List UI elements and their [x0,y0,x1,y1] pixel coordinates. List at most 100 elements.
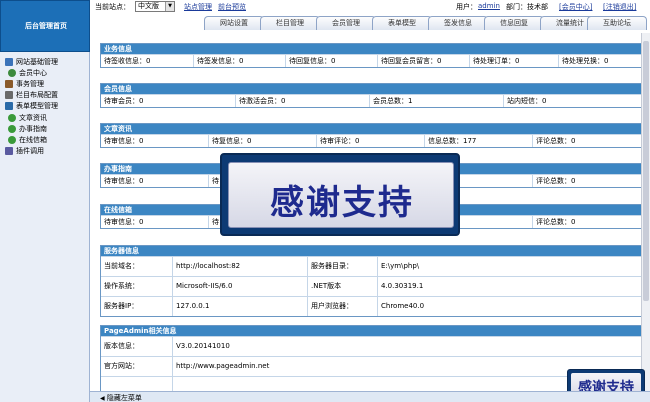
tools-icon [5,91,13,100]
chevron-down-icon: ▼ [165,2,174,11]
table-cell: Microsoft-IIS/6.0 [173,277,308,296]
thanks-popup-text: 感谢支持 [270,183,414,223]
puzzle-icon [5,147,13,156]
pageadmin-info-section: PageAdmin相关信息 版本信息： V3.0.20141010 官方网站： … [100,325,643,397]
site-manage-link[interactable]: 站点管理 [184,2,212,12]
top-bar: 当前站点： 中文版 ▼ 站点管理 前台预览 用户： admin 部门：技术部 [… [90,0,650,14]
preview-link[interactable]: 前台预览 [218,2,246,12]
tab-info-reply[interactable]: 信息回复 [484,16,544,30]
table-cell: 服务器目录： [308,257,378,276]
vertical-scrollbar[interactable] [641,33,650,391]
table-cell: http://localhost:82 [173,257,308,276]
table-row: 待审会员：0 待激活会员：0 会员总数：1 站内短信：0 [101,94,642,107]
sidebar-item-column-layout[interactable]: 栏目布局配置 [5,90,89,101]
tab-form-model[interactable]: 表单模型 [372,16,432,30]
sidebar-menu: 网站基础管理 会员中心 事务管理 栏目布局配置 表单模型管理 文章资讯 办事指南 [5,56,89,157]
table-cell: 待审信息：0 [101,216,209,228]
member-info-section: 会员信息 待审会员：0 待激活会员：0 会员总数：1 站内短信：0 [100,83,643,108]
sidebar-item-label: 网站基础管理 [16,57,58,66]
section-title: 文章资讯 [101,124,642,134]
table-row: 服务器IP： 127.0.0.1 用户浏览器： Chrome40.0 [101,296,642,316]
table-cell: 版本信息： [101,337,173,356]
tab-issue-info[interactable]: 签发信息 [428,16,488,30]
leaf-icon [8,135,16,144]
table-cell: 会员总数：1 [370,95,504,107]
table-cell: 待审会员：0 [101,95,236,107]
table-row: 版本信息： V3.0.20141010 [101,336,642,356]
table-cell: 4.0.30319.1 [381,282,424,290]
sidebar-item-label: 会员中心 [19,68,47,77]
sidebar-item-site-basic[interactable]: 网站基础管理 [5,56,89,67]
leaf-icon [8,124,16,133]
table-cell: .NET版本 [308,277,378,296]
member-center-link[interactable]: [会员中心] [559,2,592,12]
tab-columns[interactable]: 栏目管理 [260,16,320,30]
table-cell: 待回复会员留言：0 [378,55,470,67]
table-cell: 待处理订单：0 [470,55,559,67]
admin-home-logo[interactable]: 后台管理首页 [0,0,90,52]
sidebar-item-label: 在线信箱 [19,135,47,144]
table-icon [5,102,13,111]
sidebar-item-articles[interactable]: 文章资讯 [5,112,89,123]
tab-forum[interactable]: 互助论坛 [587,16,647,30]
table-cell: E:\ym\php\ [381,262,420,270]
section-title: PageAdmin相关信息 [101,326,642,336]
sidebar-item-affairs[interactable]: 事务管理 [5,78,89,89]
table-cell: 评论总数：0 [536,137,576,145]
logout-link[interactable]: [注销退出] [603,2,636,12]
table-cell: 站内短信：0 [507,97,547,105]
sidebar-item-label: 栏目布局配置 [16,91,58,100]
wrench-icon [5,79,13,88]
sidebar-item-plugins[interactable]: 插件调用 [5,146,89,157]
sidebar-item-form-model[interactable]: 表单模型管理 [5,101,89,112]
sidebar-item-mailbox[interactable]: 在线信箱 [5,134,89,145]
table-cell: 官方网站： [101,357,173,376]
table-cell: 评论总数：0 [536,218,576,226]
thanks-popup[interactable]: 感谢支持 [220,153,460,236]
table-cell: 待签收信息：0 [101,55,194,67]
tab-members[interactable]: 会员管理 [316,16,376,30]
table-cell: 待签发信息：0 [194,55,286,67]
sidebar-item-member-center[interactable]: 会员中心 [5,67,89,78]
table-cell: 服务器IP： [101,297,173,316]
table-row: 操作系统： Microsoft-IIS/6.0 .NET版本 4.0.30319… [101,276,642,296]
sidebar-item-guide[interactable]: 办事指南 [5,123,89,134]
table-cell: 信息总数：177 [425,135,533,147]
server-info-section: 服务器信息 当前域名： http://localhost:82 服务器目录： E… [100,245,643,317]
articles-section: 文章资讯 待审信息：0 待复信息：0 待审评论：0 信息总数：177 评论总数：… [100,123,643,148]
business-info-section: 业务信息 待签收信息：0 待签发信息：0 待回复信息：0 待回复会员留言：0 待… [100,43,643,68]
table-row: 待签收信息：0 待签发信息：0 待回复信息：0 待回复会员留言：0 待处理订单：… [101,54,642,67]
gear-icon [5,57,13,66]
hide-left-menu-button[interactable]: ◀ 隐藏左菜单 [100,393,142,402]
user-label: 用户： [456,3,477,11]
tab-site-settings[interactable]: 网站设置 [204,16,264,30]
table-cell: V3.0.20141010 [176,342,230,350]
site-select[interactable]: 中文版 ▼ [135,1,175,12]
sidebar-item-label: 办事指南 [19,124,47,133]
thanks-popup-inner: 感谢支持 [228,162,454,228]
table-row: 待审信息：0 待复信息：0 待审评论：0 信息总数：177 评论总数：0 [101,134,642,147]
sidebar-item-label: 插件调用 [16,147,44,156]
table-cell: 待激活会员：0 [236,95,370,107]
table-row: 当前域名： http://localhost:82 服务器目录： E:\ym\p… [101,256,642,276]
department-label: 部门：技术部 [506,3,548,11]
table-cell: 操作系统： [101,277,173,296]
sidebar-item-label: 文章资讯 [19,113,47,122]
scrollbar-thumb[interactable] [643,41,649,301]
table-row: 官方网站： http://www.pageadmin.net [101,356,642,376]
table-cell: 待处理兑换：0 [562,57,609,65]
user-icon [8,68,16,77]
user-name-link[interactable]: admin [478,2,500,10]
sidebar-item-label: 事务管理 [16,79,44,88]
sidebar-item-label: 表单模型管理 [16,102,58,111]
table-cell: 待审评论：0 [317,135,425,147]
table-cell: 待复信息：0 [209,135,317,147]
hide-left-menu-label: 隐藏左菜单 [106,394,142,402]
table-cell: 评论总数：0 [536,177,576,185]
section-title: 会员信息 [101,84,642,94]
current-site-label: 当前站点： [95,3,130,11]
site-select-value: 中文版 [138,2,159,10]
table-cell: 待回复信息：0 [286,55,378,67]
table-cell: 当前域名： [101,257,173,276]
table-cell: 用户浏览器： [308,297,378,316]
